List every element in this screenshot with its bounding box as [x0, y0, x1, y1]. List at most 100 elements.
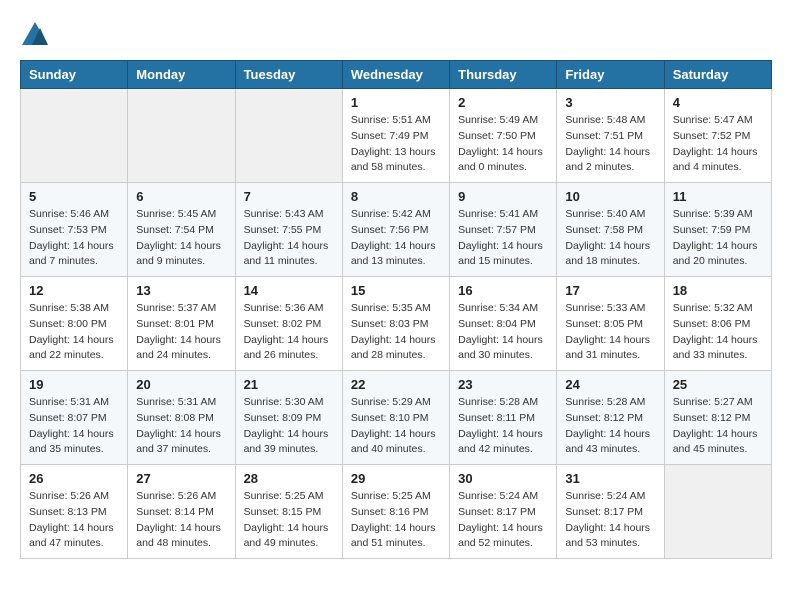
- day-info: Sunrise: 5:31 AMSunset: 8:08 PMDaylight:…: [136, 395, 226, 458]
- day-number: 23: [458, 377, 548, 392]
- day-number: 9: [458, 189, 548, 204]
- day-info: Sunrise: 5:47 AMSunset: 7:52 PMDaylight:…: [673, 113, 763, 176]
- day-info: Sunrise: 5:28 AMSunset: 8:12 PMDaylight:…: [565, 395, 655, 458]
- day-number: 21: [244, 377, 334, 392]
- day-number: 2: [458, 95, 548, 110]
- calendar-empty-cell: [128, 89, 235, 183]
- day-info: Sunrise: 5:41 AMSunset: 7:57 PMDaylight:…: [458, 207, 548, 270]
- day-info: Sunrise: 5:45 AMSunset: 7:54 PMDaylight:…: [136, 207, 226, 270]
- day-number: 22: [351, 377, 441, 392]
- calendar-day-6: 6 Sunrise: 5:45 AMSunset: 7:54 PMDaylight…: [128, 183, 235, 277]
- calendar-day-14: 14 Sunrise: 5:36 AMSunset: 8:02 PMDayligh…: [235, 277, 342, 371]
- calendar-empty-cell: [664, 465, 771, 559]
- logo-icon: [20, 20, 50, 50]
- day-number: 8: [351, 189, 441, 204]
- day-number: 30: [458, 471, 548, 486]
- day-info: Sunrise: 5:29 AMSunset: 8:10 PMDaylight:…: [351, 395, 441, 458]
- calendar-day-31: 31 Sunrise: 5:24 AMSunset: 8:17 PMDayligh…: [557, 465, 664, 559]
- day-number: 27: [136, 471, 226, 486]
- day-number: 31: [565, 471, 655, 486]
- day-info: Sunrise: 5:32 AMSunset: 8:06 PMDaylight:…: [673, 301, 763, 364]
- calendar-empty-cell: [235, 89, 342, 183]
- calendar-empty-cell: [21, 89, 128, 183]
- calendar-day-15: 15 Sunrise: 5:35 AMSunset: 8:03 PMDayligh…: [342, 277, 449, 371]
- calendar-header-tuesday: Tuesday: [235, 61, 342, 89]
- day-number: 4: [673, 95, 763, 110]
- day-info: Sunrise: 5:31 AMSunset: 8:07 PMDaylight:…: [29, 395, 119, 458]
- day-number: 25: [673, 377, 763, 392]
- day-info: Sunrise: 5:36 AMSunset: 8:02 PMDaylight:…: [244, 301, 334, 364]
- calendar-day-5: 5 Sunrise: 5:46 AMSunset: 7:53 PMDaylight…: [21, 183, 128, 277]
- day-info: Sunrise: 5:48 AMSunset: 7:51 PMDaylight:…: [565, 113, 655, 176]
- day-number: 15: [351, 283, 441, 298]
- day-info: Sunrise: 5:46 AMSunset: 7:53 PMDaylight:…: [29, 207, 119, 270]
- calendar-header-wednesday: Wednesday: [342, 61, 449, 89]
- day-number: 1: [351, 95, 441, 110]
- calendar-day-2: 2 Sunrise: 5:49 AMSunset: 7:50 PMDaylight…: [450, 89, 557, 183]
- calendar-header-monday: Monday: [128, 61, 235, 89]
- calendar-day-16: 16 Sunrise: 5:34 AMSunset: 8:04 PMDayligh…: [450, 277, 557, 371]
- calendar-day-24: 24 Sunrise: 5:28 AMSunset: 8:12 PMDayligh…: [557, 371, 664, 465]
- day-number: 16: [458, 283, 548, 298]
- calendar-day-7: 7 Sunrise: 5:43 AMSunset: 7:55 PMDaylight…: [235, 183, 342, 277]
- day-info: Sunrise: 5:34 AMSunset: 8:04 PMDaylight:…: [458, 301, 548, 364]
- calendar-day-8: 8Sunrise: 5:42 AMSunset: 7:56 PMDaylight…: [342, 183, 449, 277]
- day-info: Sunrise: 5:26 AMSunset: 8:14 PMDaylight:…: [136, 489, 226, 552]
- day-number: 26: [29, 471, 119, 486]
- day-number: 28: [244, 471, 334, 486]
- day-number: 6: [136, 189, 226, 204]
- calendar-header-saturday: Saturday: [664, 61, 771, 89]
- calendar-week-row: 1 Sunrise: 5:51 AMSunset: 7:49 PMDaylight…: [21, 89, 772, 183]
- day-number: 7: [244, 189, 334, 204]
- day-info: Sunrise: 5:28 AMSunset: 8:11 PMDaylight:…: [458, 395, 548, 458]
- day-info: Sunrise: 5:38 AMSunset: 8:00 PMDaylight:…: [29, 301, 119, 364]
- calendar-day-12: 12 Sunrise: 5:38 AMSunset: 8:00 PMDayligh…: [21, 277, 128, 371]
- calendar-header-thursday: Thursday: [450, 61, 557, 89]
- day-number: 12: [29, 283, 119, 298]
- day-info: Sunrise: 5:51 AMSunset: 7:49 PMDaylight:…: [351, 113, 441, 176]
- day-number: 24: [565, 377, 655, 392]
- calendar-day-11: 11 Sunrise: 5:39 AMSunset: 7:59 PMDayligh…: [664, 183, 771, 277]
- day-info: Sunrise: 5:30 AMSunset: 8:09 PMDaylight:…: [244, 395, 334, 458]
- day-number: 3: [565, 95, 655, 110]
- day-info: Sunrise: 5:27 AMSunset: 8:12 PMDaylight:…: [673, 395, 763, 458]
- day-info: Sunrise: 5:35 AMSunset: 8:03 PMDaylight:…: [351, 301, 441, 364]
- calendar-day-3: 3 Sunrise: 5:48 AMSunset: 7:51 PMDaylight…: [557, 89, 664, 183]
- calendar-day-10: 10 Sunrise: 5:40 AMSunset: 7:58 PMDayligh…: [557, 183, 664, 277]
- day-number: 19: [29, 377, 119, 392]
- calendar-day-21: 21 Sunrise: 5:30 AMSunset: 8:09 PMDayligh…: [235, 371, 342, 465]
- day-number: 11: [673, 189, 763, 204]
- calendar-week-row: 26Sunrise: 5:26 AMSunset: 8:13 PMDayligh…: [21, 465, 772, 559]
- day-info: Sunrise: 5:25 AMSunset: 8:16 PMDaylight:…: [351, 489, 441, 552]
- day-number: 14: [244, 283, 334, 298]
- calendar-day-30: 30Sunrise: 5:24 AMSunset: 8:17 PMDayligh…: [450, 465, 557, 559]
- calendar-day-26: 26Sunrise: 5:26 AMSunset: 8:13 PMDayligh…: [21, 465, 128, 559]
- calendar-header-friday: Friday: [557, 61, 664, 89]
- calendar-week-row: 19 Sunrise: 5:31 AMSunset: 8:07 PMDayligh…: [21, 371, 772, 465]
- day-number: 5: [29, 189, 119, 204]
- day-number: 10: [565, 189, 655, 204]
- day-info: Sunrise: 5:49 AMSunset: 7:50 PMDaylight:…: [458, 113, 548, 176]
- calendar-day-18: 18 Sunrise: 5:32 AMSunset: 8:06 PMDayligh…: [664, 277, 771, 371]
- day-number: 20: [136, 377, 226, 392]
- calendar-week-row: 5 Sunrise: 5:46 AMSunset: 7:53 PMDaylight…: [21, 183, 772, 277]
- calendar-day-1: 1 Sunrise: 5:51 AMSunset: 7:49 PMDaylight…: [342, 89, 449, 183]
- logo: [20, 20, 54, 50]
- day-number: 13: [136, 283, 226, 298]
- calendar-day-28: 28Sunrise: 5:25 AMSunset: 8:15 PMDayligh…: [235, 465, 342, 559]
- calendar: SundayMondayTuesdayWednesdayThursdayFrid…: [20, 60, 772, 559]
- day-info: Sunrise: 5:24 AMSunset: 8:17 PMDaylight:…: [565, 489, 655, 552]
- day-info: Sunrise: 5:40 AMSunset: 7:58 PMDaylight:…: [565, 207, 655, 270]
- calendar-day-4: 4 Sunrise: 5:47 AMSunset: 7:52 PMDaylight…: [664, 89, 771, 183]
- day-number: 18: [673, 283, 763, 298]
- calendar-day-13: 13 Sunrise: 5:37 AMSunset: 8:01 PMDayligh…: [128, 277, 235, 371]
- day-info: Sunrise: 5:39 AMSunset: 7:59 PMDaylight:…: [673, 207, 763, 270]
- calendar-week-row: 12 Sunrise: 5:38 AMSunset: 8:00 PMDayligh…: [21, 277, 772, 371]
- day-info: Sunrise: 5:43 AMSunset: 7:55 PMDaylight:…: [244, 207, 334, 270]
- day-info: Sunrise: 5:37 AMSunset: 8:01 PMDaylight:…: [136, 301, 226, 364]
- calendar-day-23: 23 Sunrise: 5:28 AMSunset: 8:11 PMDayligh…: [450, 371, 557, 465]
- calendar-day-29: 29Sunrise: 5:25 AMSunset: 8:16 PMDayligh…: [342, 465, 449, 559]
- day-info: Sunrise: 5:33 AMSunset: 8:05 PMDaylight:…: [565, 301, 655, 364]
- calendar-day-9: 9 Sunrise: 5:41 AMSunset: 7:57 PMDaylight…: [450, 183, 557, 277]
- calendar-day-25: 25 Sunrise: 5:27 AMSunset: 8:12 PMDayligh…: [664, 371, 771, 465]
